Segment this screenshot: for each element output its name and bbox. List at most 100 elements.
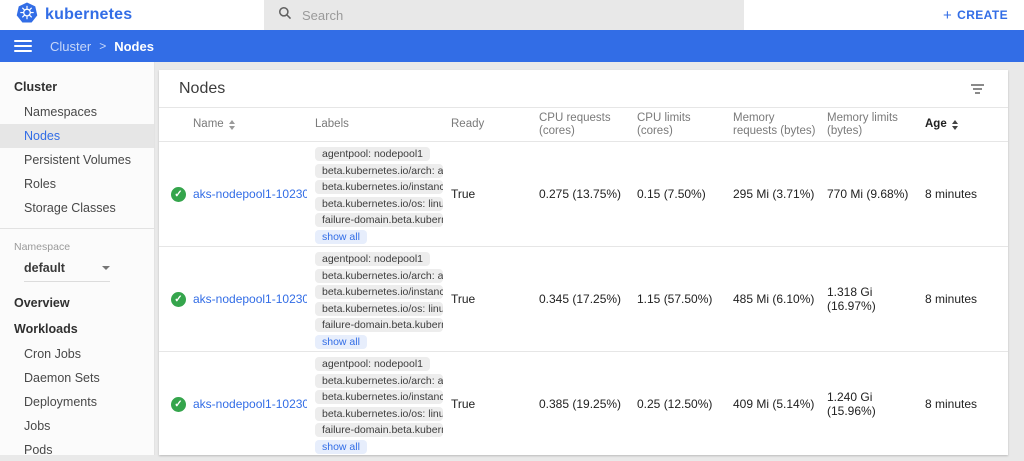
label-chip: failure-domain.beta.kubernet... xyxy=(315,318,443,332)
table-row: ✓ aks-nodepool1-10230590-vm... agentpool… xyxy=(159,142,1008,247)
name-cell: aks-nodepool1-10230590-vm... xyxy=(193,142,315,246)
sidebar-item-roles[interactable]: Roles xyxy=(0,172,154,196)
column-header-age[interactable]: Age xyxy=(925,118,1008,131)
column-header-name[interactable]: Name xyxy=(193,118,315,131)
label-chip: beta.kubernetes.io/instance-t... xyxy=(315,180,443,194)
memory-requests-cell: 485 Mi (6.10%) xyxy=(733,247,827,351)
cpu-requests-cell: 0.345 (17.25%) xyxy=(539,247,637,351)
status-ok-icon: ✓ xyxy=(171,187,186,202)
label-chip: agentpool: nodepool1 xyxy=(315,252,430,266)
labels-cell: agentpool: nodepool1 beta.kubernetes.io/a… xyxy=(315,142,451,246)
node-name-link[interactable]: aks-nodepool1-10230590-vm... xyxy=(193,397,307,411)
show-all-chip[interactable]: show all xyxy=(315,230,367,244)
sidebar-item-storage-classes[interactable]: Storage Classes xyxy=(0,196,154,220)
status-cell: ✓ xyxy=(159,247,193,351)
label-chip: agentpool: nodepool1 xyxy=(315,357,430,371)
breadcrumb-parent[interactable]: Cluster xyxy=(50,39,91,54)
labels-cell: agentpool: nodepool1 beta.kubernetes.io/a… xyxy=(315,352,451,455)
brand-name: kubernetes xyxy=(45,6,132,24)
breadcrumb-current: Nodes xyxy=(114,39,154,54)
sidebar-item-overview[interactable]: Overview xyxy=(0,290,154,316)
namespace-value: default xyxy=(24,261,65,275)
cpu-requests-cell: 0.275 (13.75%) xyxy=(539,142,637,246)
cpu-limits-cell: 1.15 (57.50%) xyxy=(637,247,733,351)
memory-limits-cell: 1.240 Gi (15.96%) xyxy=(827,352,925,455)
memory-limits-cell: 770 Mi (9.68%) xyxy=(827,142,925,246)
status-cell: ✓ xyxy=(159,142,193,246)
ready-cell: True xyxy=(451,352,539,455)
sidebar-divider xyxy=(0,228,154,229)
age-cell: 8 minutes xyxy=(925,352,1008,455)
menu-icon[interactable] xyxy=(14,40,32,52)
search-box[interactable] xyxy=(264,0,744,30)
age-cell: 8 minutes xyxy=(925,247,1008,351)
ready-cell: True xyxy=(451,247,539,351)
sidebar-item-daemon-sets[interactable]: Daemon Sets xyxy=(0,366,154,390)
search-input[interactable] xyxy=(302,8,730,23)
top-bar: kubernetes + CREATE xyxy=(0,0,1024,30)
sidebar-item-workloads[interactable]: Workloads xyxy=(0,316,154,342)
cpu-limits-cell: 0.25 (12.50%) xyxy=(637,352,733,455)
column-header-memory-requests: Memory requests (bytes) xyxy=(733,112,827,138)
sidebar-item-cluster[interactable]: Cluster xyxy=(0,74,154,100)
node-name-link[interactable]: aks-nodepool1-10230590-vm... xyxy=(193,292,307,306)
status-ok-icon: ✓ xyxy=(171,292,186,307)
sidebar-item-pods[interactable]: Pods xyxy=(0,438,154,455)
breadcrumb-bar: Cluster > Nodes xyxy=(0,30,1024,62)
create-button-label: CREATE xyxy=(957,8,1008,22)
label-chip: failure-domain.beta.kubernet... xyxy=(315,423,443,437)
node-name-link[interactable]: aks-nodepool1-10230590-vm... xyxy=(193,187,307,201)
nodes-card: Nodes Name Labels Ready CPU requests (co… xyxy=(159,70,1008,455)
memory-requests-cell: 409 Mi (5.14%) xyxy=(733,352,827,455)
show-all-chip[interactable]: show all xyxy=(315,335,367,349)
chevron-down-icon xyxy=(102,266,110,270)
cpu-requests-cell: 0.385 (19.25%) xyxy=(539,352,637,455)
column-header-labels: Labels xyxy=(315,118,451,131)
sort-icon xyxy=(229,120,235,130)
name-cell: aks-nodepool1-10230590-vm... xyxy=(193,247,315,351)
brand[interactable]: kubernetes xyxy=(0,2,250,29)
labels-cell: agentpool: nodepool1 beta.kubernetes.io/a… xyxy=(315,247,451,351)
table-body: ✓ aks-nodepool1-10230590-vm... agentpool… xyxy=(159,142,1008,455)
label-chip: failure-domain.beta.kubernet... xyxy=(315,213,443,227)
status-cell: ✓ xyxy=(159,352,193,455)
ready-cell: True xyxy=(451,142,539,246)
column-header-cpu-requests: CPU requests (cores) xyxy=(539,112,637,138)
content: Cluster Namespaces Nodes Persistent Volu… xyxy=(0,62,1024,461)
label-chip: beta.kubernetes.io/arch: amd... xyxy=(315,164,443,178)
column-header-ready: Ready xyxy=(451,118,539,131)
filter-icon[interactable] xyxy=(967,80,988,98)
label-chip: beta.kubernetes.io/arch: amd... xyxy=(315,269,443,283)
create-button[interactable]: + CREATE xyxy=(943,0,1008,30)
page-title: Nodes xyxy=(179,80,225,98)
label-chip: agentpool: nodepool1 xyxy=(315,147,430,161)
sidebar-item-cron-jobs[interactable]: Cron Jobs xyxy=(0,342,154,366)
memory-limits-cell: 1.318 Gi (16.97%) xyxy=(827,247,925,351)
sidebar-item-nodes[interactable]: Nodes xyxy=(0,124,154,148)
plus-icon: + xyxy=(943,8,952,23)
table-header: Name Labels Ready CPU requests (cores) C… xyxy=(159,108,1008,142)
breadcrumb-separator-icon: > xyxy=(99,39,106,53)
namespace-select[interactable]: default xyxy=(24,261,110,282)
column-header-memory-limits: Memory limits (bytes) xyxy=(827,112,925,138)
column-header-cpu-limits: CPU limits (cores) xyxy=(637,112,733,138)
sidebar-item-namespaces[interactable]: Namespaces xyxy=(0,100,154,124)
label-chip: beta.kubernetes.io/os: linux xyxy=(315,302,443,316)
label-chip: beta.kubernetes.io/arch: amd... xyxy=(315,374,443,388)
name-cell: aks-nodepool1-10230590-vm... xyxy=(193,352,315,455)
age-cell: 8 minutes xyxy=(925,142,1008,246)
show-all-chip[interactable]: show all xyxy=(315,440,367,454)
label-chip: beta.kubernetes.io/os: linux xyxy=(315,407,443,421)
table-row: ✓ aks-nodepool1-10230590-vm... agentpool… xyxy=(159,247,1008,352)
label-chip: beta.kubernetes.io/os: linux xyxy=(315,197,443,211)
kubernetes-logo-icon xyxy=(16,2,38,29)
label-chip: beta.kubernetes.io/instance-t... xyxy=(315,285,443,299)
sidebar-item-persistent-volumes[interactable]: Persistent Volumes xyxy=(0,148,154,172)
cpu-limits-cell: 0.15 (7.50%) xyxy=(637,142,733,246)
sidebar: Cluster Namespaces Nodes Persistent Volu… xyxy=(0,62,155,455)
sidebar-item-jobs[interactable]: Jobs xyxy=(0,414,154,438)
status-ok-icon: ✓ xyxy=(171,397,186,412)
sidebar-item-deployments[interactable]: Deployments xyxy=(0,390,154,414)
table-row: ✓ aks-nodepool1-10230590-vm... agentpool… xyxy=(159,352,1008,455)
memory-requests-cell: 295 Mi (3.71%) xyxy=(733,142,827,246)
